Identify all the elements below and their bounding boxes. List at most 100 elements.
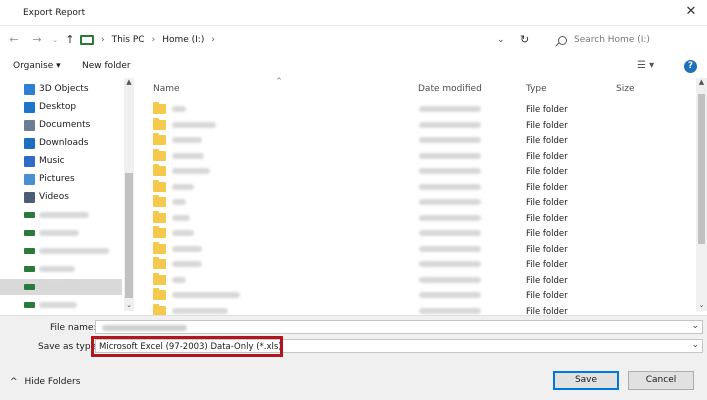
- folder-icon: [153, 303, 166, 316]
- breadcrumb-home-drive[interactable]: Home (I:): [162, 35, 204, 45]
- folder-icon: [153, 226, 166, 238]
- sidebar-item-drive[interactable]: [24, 243, 124, 259]
- sidebar-item-pictures[interactable]: Pictures: [24, 171, 124, 187]
- search-placeholder: Search Home (I:): [574, 35, 650, 45]
- documents-icon: [24, 119, 35, 131]
- navigation-pane-scrollbar[interactable]: ▲ ⌄: [124, 78, 134, 311]
- scrollbar-thumb[interactable]: [125, 173, 133, 298]
- search-input[interactable]: Search Home (I:): [550, 31, 700, 49]
- sidebar-item-drive-selected[interactable]: [0, 279, 122, 295]
- file-row[interactable]: File folder: [139, 133, 679, 148]
- save-button[interactable]: Save: [553, 371, 619, 390]
- chevron-right-icon[interactable]: ›: [211, 35, 215, 45]
- close-icon[interactable]: ✕: [683, 4, 699, 20]
- scrollbar-thumb[interactable]: [698, 94, 705, 244]
- chevron-right-icon[interactable]: ›: [101, 35, 105, 45]
- column-header-type[interactable]: Type: [526, 84, 547, 94]
- file-row[interactable]: File folder: [139, 164, 679, 179]
- file-row[interactable]: File folder: [139, 195, 679, 210]
- file-row[interactable]: File folder: [139, 257, 679, 272]
- chevron-right-icon[interactable]: ›: [152, 35, 156, 45]
- cancel-button[interactable]: Cancel: [628, 371, 694, 390]
- back-arrow-icon[interactable]: ←: [7, 33, 21, 47]
- drive-icon: [24, 284, 35, 290]
- chevron-down-icon[interactable]: ⌄: [691, 321, 699, 331]
- file-list-scrollbar[interactable]: ▲ ⌄: [696, 78, 707, 311]
- scroll-down-icon[interactable]: ⌄: [696, 301, 707, 309]
- file-name: [172, 307, 228, 314]
- hide-folders-button[interactable]: ^ Hide Folders: [10, 377, 80, 387]
- forward-arrow-icon[interactable]: →: [30, 33, 44, 47]
- sidebar-item-drive[interactable]: [24, 207, 124, 223]
- sort-ascending-icon: ^: [276, 77, 282, 85]
- folder-icon: [153, 179, 166, 192]
- file-date-modified: [419, 276, 481, 283]
- drive-icon: [24, 212, 35, 218]
- file-date-modified: [419, 121, 481, 128]
- sidebar-item-drive[interactable]: [24, 225, 124, 241]
- file-row[interactable]: File folder: [139, 241, 679, 257]
- drive-icon: [24, 248, 35, 254]
- file-row[interactable]: File folder: [139, 148, 679, 164]
- file-row[interactable]: File folder: [139, 288, 679, 303]
- chevron-down-icon[interactable]: ⌄: [691, 340, 699, 350]
- file-row[interactable]: File folder: [139, 179, 679, 195]
- scroll-up-icon[interactable]: ▲: [696, 78, 707, 86]
- this-pc-icon: [80, 35, 94, 45]
- folder-icon: [153, 288, 166, 300]
- file-name: [172, 261, 202, 267]
- folder-icon: [153, 148, 166, 161]
- column-header-size[interactable]: Size: [616, 84, 634, 94]
- breadcrumb-this-pc[interactable]: This PC: [112, 35, 145, 45]
- 3d-objects-icon: [24, 83, 35, 95]
- command-bar: Organise ▾ New folder ☰ ▾ ?: [0, 56, 707, 78]
- scroll-down-icon[interactable]: ⌄: [124, 301, 134, 309]
- file-row[interactable]: File folder: [139, 210, 679, 226]
- refresh-icon[interactable]: ↻: [520, 33, 529, 46]
- file-name-input[interactable]: ⌄: [95, 320, 703, 334]
- organise-button[interactable]: Organise ▾: [13, 61, 61, 71]
- file-type: File folder: [526, 244, 568, 255]
- file-date-modified: [419, 183, 481, 190]
- sidebar-item-drive[interactable]: [24, 261, 124, 277]
- sidebar-item-drive[interactable]: [24, 297, 124, 313]
- column-header-name[interactable]: Name: [153, 84, 180, 94]
- file-date-modified: [419, 245, 481, 252]
- recent-locations-chevron-icon[interactable]: ⌄: [48, 33, 62, 47]
- file-row[interactable]: File folder: [139, 226, 679, 241]
- sidebar-item-3d-objects[interactable]: 3D Objects: [24, 81, 124, 97]
- file-type: File folder: [526, 167, 568, 177]
- folder-icon: [153, 117, 166, 130]
- file-name: [172, 230, 194, 236]
- folder-icon: [153, 195, 166, 207]
- folder-icon: [153, 272, 166, 285]
- folder-icon: [153, 102, 166, 114]
- file-date-modified: [419, 292, 481, 298]
- sidebar-item-downloads[interactable]: Downloads: [24, 135, 124, 151]
- file-name: [172, 168, 210, 174]
- help-icon[interactable]: ?: [684, 60, 697, 73]
- file-date-modified: [419, 152, 481, 159]
- sidebar-item-videos[interactable]: Videos: [24, 189, 124, 205]
- sidebar-item-music[interactable]: Music: [24, 153, 124, 169]
- up-arrow-icon[interactable]: ↑: [63, 33, 77, 47]
- change-view-icon[interactable]: ☰ ▾: [637, 60, 654, 71]
- sidebar-item-documents[interactable]: Documents: [24, 117, 124, 133]
- address-dropdown-icon[interactable]: ⌄: [497, 35, 505, 45]
- file-row[interactable]: File folder: [139, 272, 679, 288]
- new-folder-button[interactable]: New folder: [82, 61, 131, 71]
- sidebar-item-desktop[interactable]: Desktop: [24, 99, 124, 115]
- videos-icon: [24, 191, 35, 203]
- music-icon: [24, 155, 35, 167]
- file-type: File folder: [526, 229, 568, 239]
- folder-icon: [153, 210, 166, 223]
- pictures-icon: [24, 173, 35, 185]
- file-row[interactable]: File folder: [139, 117, 679, 133]
- scroll-up-icon[interactable]: ▲: [124, 78, 134, 86]
- file-name: [172, 292, 240, 298]
- file-name: [172, 152, 204, 159]
- drive-icon: [24, 230, 35, 236]
- column-header-date-modified[interactable]: Date modified: [418, 84, 482, 94]
- file-row[interactable]: File folder: [139, 102, 679, 117]
- address-bar[interactable]: › This PC › Home (I:) ›: [80, 31, 510, 49]
